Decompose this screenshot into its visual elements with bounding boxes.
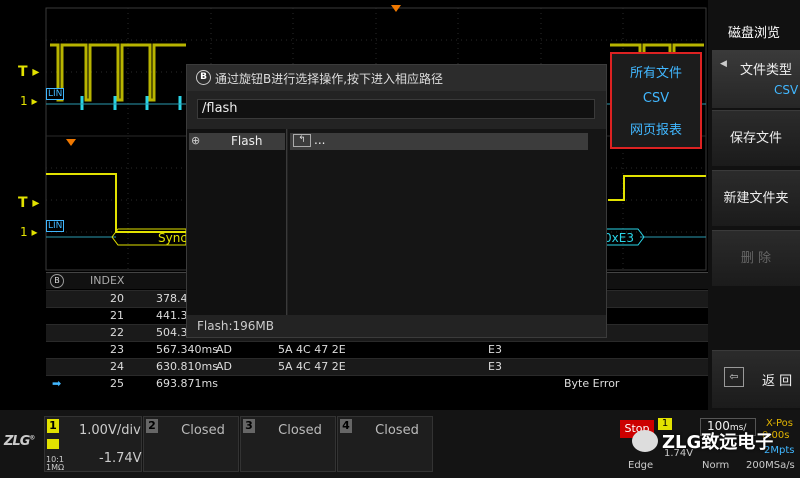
return-icon: ⇦ [724, 367, 744, 387]
dialog-header: B 通过旋钮B进行选择操作,按下进入相应路径 [187, 65, 606, 91]
channel-4-panel[interactable]: 4 Closed [337, 416, 433, 472]
file-list: ↰ ... [288, 129, 606, 315]
wechat-icon [632, 430, 658, 452]
channel-2-panel[interactable]: 2 Closed [143, 416, 239, 472]
filetype-option-csv[interactable]: CSV [612, 91, 700, 106]
ch1-marker-bottom: 1 ▸ [20, 225, 38, 239]
parent-dir-entry[interactable]: ↰ ... [290, 133, 588, 150]
dialog-hint: 通过旋钮B进行选择操作,按下进入相应路径 [215, 72, 444, 86]
b-knob-icon: B [196, 70, 211, 85]
file-type-button[interactable]: ◀ 文件类型 CSV [712, 50, 800, 108]
watermark: ZLG致远电子 [624, 426, 800, 460]
lin-tag-top: LIN [46, 88, 65, 100]
save-file-button[interactable]: 保存文件 [712, 110, 800, 166]
e3-frame-label: 0xE3 [604, 231, 634, 245]
sync-frame-label: Sync [158, 231, 187, 245]
folder-tree: ⊕ Flash [187, 129, 287, 315]
new-folder-button[interactable]: 新建文件夹 [712, 170, 800, 226]
filetype-option-web-report[interactable]: 网页报表 [612, 119, 700, 138]
trigger-type: Edge [628, 460, 654, 471]
arrow-right-icon: ➡ [52, 377, 62, 390]
status-bar: ZLG® 1 1.00V/div -1.74V 10:1 1MΩ 2 Close… [0, 410, 800, 478]
sample-rate: 200MSa/s [746, 460, 795, 471]
acq-mode: Norm [702, 460, 730, 471]
ch1-coupling-icon [47, 439, 59, 449]
triangle-left-icon: ◀ [720, 59, 727, 69]
ch1-marker-top: 1 ▸ [20, 94, 38, 108]
table-row-current[interactable]: ➡ 25 693.871ms Byte Error [46, 375, 708, 392]
channel-3-panel[interactable]: 3 Closed [240, 416, 336, 472]
trigger-marker-bottom: T ▸ [18, 195, 40, 211]
menu-title: 磁盘浏览 [727, 26, 780, 41]
file-type-popup: 所有文件 CSV 网页报表 [610, 52, 702, 149]
filetype-option-all[interactable]: 所有文件 [612, 62, 700, 81]
softkey-menu: 磁盘浏览 ◀ 文件类型 CSV 保存文件 新建文件夹 删 除 ⇦ 返 回 [708, 0, 800, 410]
table-row[interactable]: 23 567.340ms AD 5A 4C 47 2E E3 [46, 341, 708, 358]
back-button[interactable]: ⇦ 返 回 [712, 350, 800, 408]
b-knob-icon: B [50, 274, 64, 288]
delete-button[interactable]: 删 除 [712, 230, 800, 286]
search-disk-icon: ⊕ [191, 134, 201, 147]
channel-1-panel[interactable]: 1 1.00V/div -1.74V 10:1 1MΩ [44, 416, 142, 472]
flash-capacity: Flash:196MB [197, 319, 274, 333]
trigger-marker-top: T ▸ [18, 64, 40, 80]
col-index-header: INDEX [90, 274, 125, 287]
zlg-logo: ZLG® [4, 434, 35, 449]
tree-item-flash[interactable]: ⊕ Flash [189, 133, 285, 150]
table-row[interactable]: 24 630.810ms AD 5A 4C 47 2E E3 [46, 358, 708, 375]
folder-up-icon: ↰ [293, 134, 311, 147]
disk-browse-dialog: B 通过旋钮B进行选择操作,按下进入相应路径 /flash ⊕ Flash ↰ … [186, 64, 607, 338]
lin-tag-bottom: LIN [46, 220, 65, 232]
path-input[interactable]: /flash [197, 99, 595, 119]
